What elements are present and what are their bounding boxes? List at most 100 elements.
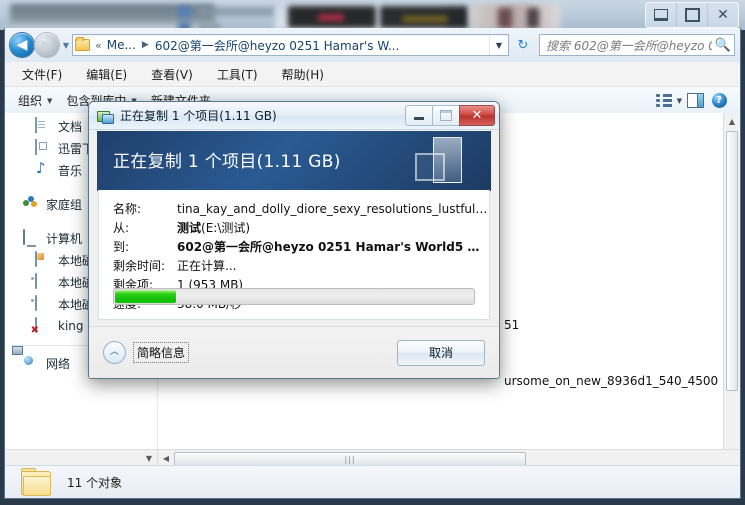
backdrop-tile (198, 7, 276, 16)
dialog-restore-button[interactable] (432, 105, 459, 126)
close-button[interactable]: ✕ (708, 3, 738, 27)
dialog-title-bar[interactable]: 正在复制 1 个项目(1.11 GB) ✕ (89, 102, 499, 130)
scroll-down-arrow[interactable]: ▼ (141, 450, 157, 466)
detail-value: 602@第一会所@heyzo 0251 Hamar's World5 後編 ; (177, 240, 489, 254)
homegroup-icon (23, 196, 39, 212)
drive-icon (35, 295, 51, 312)
less-info-label: 简略信息 (133, 342, 190, 363)
back-button[interactable]: ◀ (10, 33, 34, 57)
drive-icon (35, 273, 51, 290)
window-controls: ✕ (645, 2, 739, 28)
network-icon (23, 355, 39, 371)
minimize-button[interactable] (646, 3, 677, 27)
forward-button[interactable]: ▶ (35, 33, 59, 57)
help-icon: ? (711, 93, 727, 108)
detail-label: 到: (113, 240, 130, 254)
horizontal-scroll-thumb[interactable]: ||| (174, 452, 526, 466)
sidebar-item-label: king (58, 319, 84, 333)
menu-bar: 文件(F) 编辑(E) 查看(V) 工具(T) 帮助(H) (5, 62, 740, 87)
minimize-icon (414, 117, 424, 120)
change-view-button[interactable] (653, 91, 675, 111)
backdrop-tile (318, 14, 344, 21)
network-drive-disconnected-icon (35, 317, 51, 334)
detail-value: 测试 (177, 221, 202, 235)
detail-row-time-remaining: 剩余时间: 正在计算... (113, 257, 489, 276)
list-item[interactable]: ursome_on_new_8936d1_540_4500 (504, 374, 718, 388)
address-dropdown-icon[interactable]: ▼ (489, 35, 508, 55)
preview-pane-icon (686, 93, 704, 108)
item-count-label: 11 个对象 (67, 475, 123, 490)
list-item[interactable]: 51 (504, 318, 519, 332)
backdrop-tile (470, 4, 560, 30)
sidebar-item-label: 音乐 (58, 163, 83, 178)
menu-tools[interactable]: 工具(T) (214, 64, 261, 85)
progress-bar-wrapper (113, 288, 475, 305)
sidebar-item-label: 计算机 (46, 231, 83, 246)
sidebar-item-label: 文档 (58, 119, 83, 134)
document-icon (35, 117, 51, 134)
chevron-down-icon[interactable]: ▼ (677, 97, 682, 105)
detail-label: 从: (113, 221, 130, 235)
backdrop-tile (527, 8, 539, 28)
restore-icon (440, 110, 452, 121)
search-box[interactable]: 搜索 602@第一会所@heyzo 0251 ... 🔍 (539, 34, 735, 56)
dialog-close-button[interactable]: ✕ (459, 105, 495, 126)
vertical-scrollbar[interactable]: ▲ (723, 113, 740, 450)
detail-value: tina_kay_and_dolly_diore_sexy_resolution… (177, 202, 489, 216)
detail-value-suffix: (E:\测试) (201, 221, 251, 235)
command-bar-right: ▼ ? (653, 91, 734, 111)
scroll-left-arrow[interactable]: ◀ (158, 450, 174, 466)
backdrop-tile (178, 6, 191, 17)
copy-progress-icon (97, 109, 114, 124)
copy-progress-dialog[interactable]: 正在复制 1 个项目(1.11 GB) ✕ 正在复制 1 个项目(1.11 GB… (88, 101, 500, 379)
help-button[interactable]: ? (708, 91, 730, 111)
search-input[interactable]: 搜索 602@第一会所@heyzo 0251 ... (540, 37, 712, 54)
breadcrumb-item-1[interactable]: 602@第一会所@heyzo 0251 Hamar's W... (154, 37, 489, 54)
dialog-minimize-button[interactable] (405, 105, 432, 126)
dialog-header-banner: 正在复制 1 个项目(1.11 GB) (97, 131, 491, 191)
refresh-button[interactable]: ↻ (511, 33, 535, 57)
scroll-up-arrow[interactable]: ▲ (724, 113, 740, 129)
breadcrumb-overflow-chevron[interactable]: « (91, 39, 106, 52)
scroll-thumb-grip: ||| (344, 454, 356, 464)
minimize-icon (654, 9, 668, 21)
sidebar-item-label: 网络 (46, 356, 71, 371)
system-drive-icon (35, 251, 51, 268)
music-icon (35, 162, 51, 178)
sidebar-item-label: 家庭组 (46, 197, 83, 212)
less-info-button[interactable]: ︿ 简略信息 (103, 341, 190, 364)
scrollbar-left-pad: ▼ (5, 450, 158, 466)
close-icon: ✕ (471, 108, 483, 123)
detail-value: 正在计算... (177, 259, 237, 273)
restore-icon (684, 8, 700, 22)
status-bar: 11 个对象 (5, 465, 740, 498)
breadcrumb-separator[interactable]: ▶ (137, 40, 154, 50)
chevron-down-icon: ▼ (47, 96, 53, 105)
menu-edit[interactable]: 编辑(E) (83, 64, 130, 85)
detail-label: 名称: (113, 202, 142, 216)
dialog-footer: ︿ 简略信息 取消 (89, 326, 499, 378)
menu-view[interactable]: 查看(V) (148, 64, 196, 85)
organize-label: 组织 (18, 94, 43, 108)
desktop-backdrop: ✕ (0, 0, 745, 33)
organize-button[interactable]: 组织 ▼ (11, 89, 59, 112)
cancel-button[interactable]: 取消 (397, 339, 485, 366)
dialog-heading: 正在复制 1 个项目(1.11 GB) (113, 152, 341, 172)
menu-help[interactable]: 帮助(H) (279, 64, 327, 85)
horizontal-scrollbar-row: ▼ ◀ ||| (5, 449, 740, 466)
progress-bar-fill (115, 290, 177, 303)
preview-pane-button[interactable] (684, 91, 706, 111)
recent-pages-dropdown[interactable]: ▼ (60, 33, 72, 57)
detail-label: 剩余时间: (113, 259, 166, 273)
vertical-scroll-thumb[interactable] (726, 131, 738, 391)
menu-file[interactable]: 文件(F) (19, 64, 65, 85)
copy-illustration-icon (415, 135, 469, 187)
restore-button[interactable] (677, 3, 708, 27)
horizontal-scroll-track[interactable]: ||| (174, 450, 740, 466)
progress-bar (113, 288, 475, 305)
address-bar[interactable]: « Me... ▶ 602@第一会所@heyzo 0251 Hamar's W.… (72, 34, 509, 56)
backdrop-tile (402, 16, 448, 22)
backdrop-tile (498, 8, 512, 28)
breadcrumb-item-0[interactable]: Me... (106, 38, 137, 52)
search-icon: 🔍 (714, 37, 732, 53)
